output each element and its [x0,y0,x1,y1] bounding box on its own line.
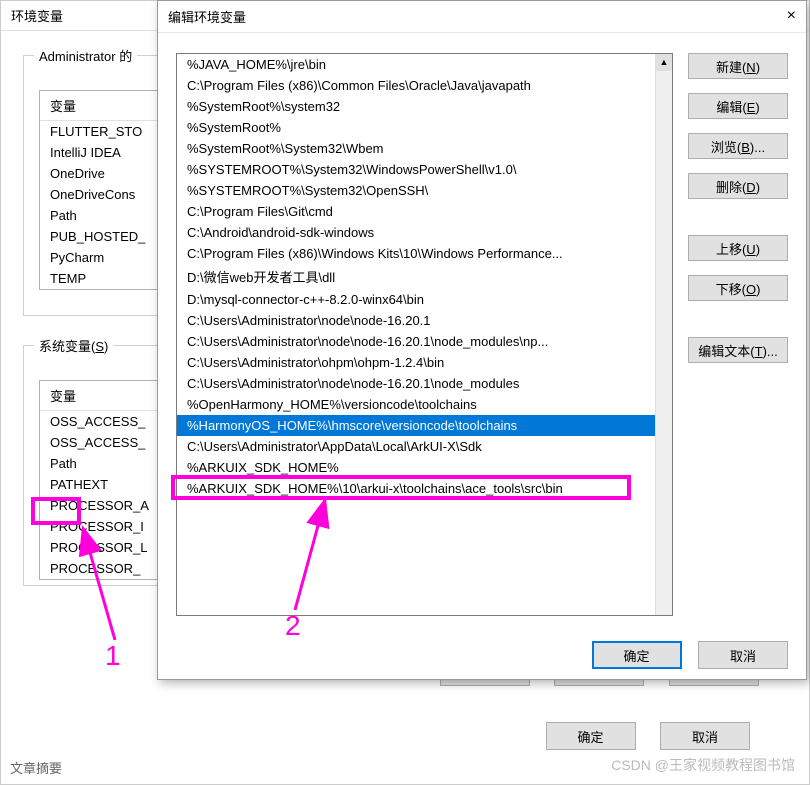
edit-text-button[interactable]: 编辑文本(T)... [688,337,788,363]
browse-button[interactable]: 浏览(B)... [688,133,788,159]
move-up-button[interactable]: 上移(U) [688,235,788,261]
path-item[interactable]: C:\Users\Administrator\node\node-16.20.1 [177,310,672,331]
close-icon[interactable]: × [787,7,796,26]
path-item[interactable]: %ARKUIX_SDK_HOME% [177,457,672,478]
user-vars-label: Administrator 的 [34,46,137,65]
ok-button[interactable]: 确定 [592,641,682,669]
path-item[interactable]: %SYSTEMROOT%\System32\OpenSSH\ [177,180,672,201]
path-item[interactable]: D:\微信web开发者工具\dll [177,264,672,289]
path-list[interactable]: %JAVA_HOME%\jre\binC:\Program Files (x86… [176,53,673,616]
path-item[interactable]: %SystemRoot%\system32 [177,96,672,117]
front-dialog-title: 编辑环境变量 [168,7,246,26]
path-item[interactable]: C:\Users\Administrator\ohpm\ohpm-1.2.4\b… [177,352,672,373]
cancel-button[interactable]: 取消 [698,641,788,669]
path-item[interactable]: C:\Android\android-sdk-windows [177,222,672,243]
footer-text: 文章摘要 [10,758,62,777]
back-ok-button[interactable]: 确定 [546,722,636,750]
move-down-button[interactable]: 下移(O) [688,275,788,301]
edit-env-var-dialog: 编辑环境变量 × %JAVA_HOME%\jre\binC:\Program F… [157,0,807,680]
back-cancel-button[interactable]: 取消 [660,722,750,750]
path-item[interactable]: %JAVA_HOME%\jre\bin [177,54,672,75]
system-vars-label: 系统变量(S) [34,336,113,355]
front-footer: 确定 取消 [158,631,806,679]
new-button[interactable]: 新建(N) [688,53,788,79]
front-titlebar: 编辑环境变量 × [158,1,806,33]
path-item[interactable]: %ARKUIX_SDK_HOME%\10\arkui-x\toolchains\… [177,478,672,499]
path-item[interactable]: %OpenHarmony_HOME%\versioncode\toolchain… [177,394,672,415]
path-item[interactable]: C:\Program Files (x86)\Common Files\Orac… [177,75,672,96]
path-item[interactable]: C:\Users\Administrator\node\node-16.20.1… [177,331,672,352]
path-item[interactable]: C:\Users\Administrator\AppData\Local\Ark… [177,436,672,457]
edit-button[interactable]: 编辑(E) [688,93,788,119]
path-item[interactable]: D:\mysql-connector-c++-8.2.0-winx64\bin [177,289,672,310]
annotation-label-1: 1 [105,640,121,672]
path-item[interactable]: %SystemRoot% [177,117,672,138]
path-item[interactable]: %HarmonyOS_HOME%\hmscore\versioncode\too… [177,415,672,436]
annotation-label-2: 2 [285,610,301,642]
path-item[interactable]: %SYSTEMROOT%\System32\WindowsPowerShell\… [177,159,672,180]
front-body: %JAVA_HOME%\jre\binC:\Program Files (x86… [158,33,806,631]
path-item[interactable]: %SystemRoot%\System32\Wbem [177,138,672,159]
side-buttons: 新建(N) 编辑(E) 浏览(B)... 删除(D) 上移(U) 下移(O) 编… [673,53,788,616]
scroll-up-icon[interactable]: ▲ [656,54,672,71]
watermark: CSDN @王家视频教程图书馆 [611,755,795,775]
delete-button[interactable]: 删除(D) [688,173,788,199]
back-dialog-buttons: 确定 取消 [526,722,750,750]
path-item[interactable]: C:\Program Files (x86)\Windows Kits\10\W… [177,243,672,264]
path-item[interactable]: C:\Users\Administrator\node\node-16.20.1… [177,373,672,394]
scrollbar[interactable]: ▲ [655,54,672,615]
path-item[interactable]: C:\Program Files\Git\cmd [177,201,672,222]
